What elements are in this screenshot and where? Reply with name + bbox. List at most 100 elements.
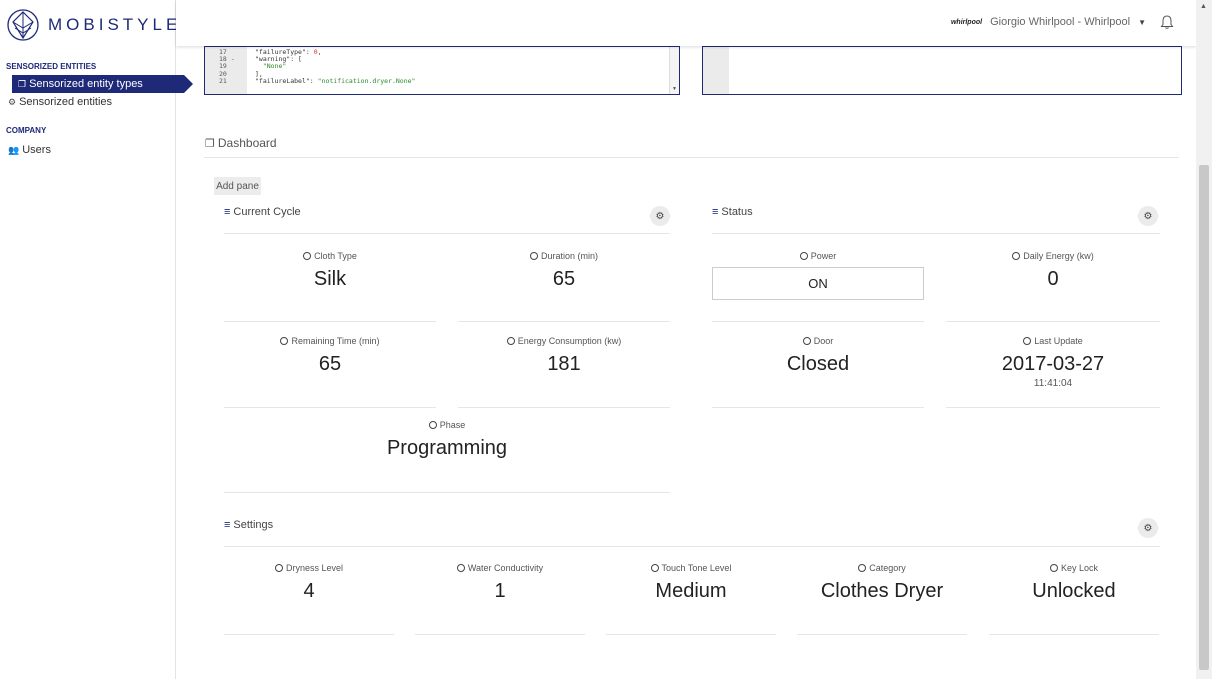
users-icon: 👥: [8, 144, 20, 155]
divider: [946, 407, 1160, 408]
widget-cloth-type: Cloth Type Silk: [224, 251, 436, 291]
sidebar-section-sensorized-entities: SENSORIZED ENTITIES: [6, 62, 97, 71]
widget-label-text: Phase: [439, 420, 466, 430]
widget-label-text: Power: [810, 251, 837, 261]
pane-title-settings: ≡ Settings: [224, 519, 273, 531]
leaf-logo-icon: [7, 9, 39, 41]
circle-icon: [1012, 252, 1021, 260]
sidebar-item-sensorized-entities[interactable]: ⚙ Sensorized entities: [8, 94, 112, 110]
company-logo: whirlpool: [950, 18, 983, 26]
widget-water-conductivity: Water Conductivity 1: [415, 563, 585, 603]
widget-remaining-time: Remaining Time (min) 65: [224, 336, 436, 376]
divider: [712, 233, 1160, 234]
circle-icon: [799, 252, 808, 260]
brand-logo[interactable]: MOBISTYLE: [6, 8, 181, 42]
circle-icon: [529, 252, 538, 260]
line-number: 21: [219, 76, 227, 85]
sidebar: MOBISTYLE SENSORIZED ENTITIES ❐ Sensoriz…: [0, 0, 193, 679]
divider: [415, 634, 585, 635]
widget-label-text: Touch Tone Level: [661, 563, 732, 573]
widget-label: Dryness Level: [224, 563, 394, 573]
widget-label: Door: [712, 336, 924, 346]
widget-label: Cloth Type: [224, 251, 436, 261]
circle-icon: [1049, 564, 1058, 572]
widget-label: Key Lock: [989, 563, 1159, 573]
divider: [224, 321, 436, 322]
bars-icon: ≡: [224, 519, 231, 531]
widget-last-update: Last Update 2017-03-27 11:41:04: [946, 336, 1160, 389]
widget-label-text: Water Conductivity: [467, 563, 544, 573]
arrow-up-icon[interactable]: ▲: [1200, 3, 1207, 10]
widget-daily-energy: Daily Energy (kw) 0: [946, 251, 1160, 291]
divider: [458, 407, 670, 408]
bell-icon[interactable]: [1160, 14, 1174, 30]
divider: [224, 492, 670, 493]
line-gutter: 17 18 - 19 20 21: [205, 47, 247, 94]
widget-value: 1: [494, 580, 506, 602]
widget-label-text: Door: [813, 336, 834, 346]
widget-label-text: Cloth Type: [314, 251, 357, 261]
widget-label: Category: [797, 563, 967, 573]
widget-value: Silk: [313, 268, 347, 290]
widget-label-text: Dryness Level: [285, 563, 344, 573]
circle-icon: [858, 564, 867, 572]
widget-value: 181: [547, 353, 581, 375]
widget-label: Last Update: [946, 336, 1160, 346]
top-bar: whirlpool Giorgio Whirlpool - Whirlpool …: [176, 0, 1196, 46]
power-toggle[interactable]: ON: [712, 267, 924, 300]
divider: [458, 321, 670, 322]
divider: [989, 634, 1159, 635]
widget-label-text: Daily Energy (kw): [1023, 251, 1094, 261]
sidebar-item-sensorized-entity-types[interactable]: ❐ Sensorized entity types: [12, 75, 193, 93]
widget-duration: Duration (min) 65: [458, 251, 670, 291]
widget-label: Energy Consumption (kw): [458, 336, 670, 346]
pane-title-status: ≡ Status: [712, 206, 753, 218]
caret-down-icon: ▼: [1138, 17, 1146, 27]
sidebar-item-label: Sensorized entity types: [29, 78, 143, 90]
code-editor-json[interactable]: 17 18 - 19 20 21 "failureType": 0, "warn…: [204, 46, 680, 95]
divider: [712, 321, 924, 322]
scroll-thumb[interactable]: [1199, 165, 1209, 670]
sidebar-item-users[interactable]: 👥 Users: [8, 142, 51, 158]
user-name: Giorgio Whirlpool - Whirlpool: [990, 16, 1131, 28]
divider: [606, 634, 776, 635]
widget-value: 4: [303, 580, 315, 602]
sidebar-section-company: COMPANY: [6, 126, 47, 135]
widget-label-text: Duration (min): [540, 251, 598, 261]
sidebar-item-label: Sensorized entities: [19, 96, 113, 108]
widget-value: Medium: [655, 580, 727, 602]
widget-touch-tone-level: Touch Tone Level Medium: [606, 563, 776, 603]
circle-icon: [274, 564, 283, 572]
widget-value: 2017-03-27: [1001, 353, 1105, 375]
settings-pane-gear-icon[interactable]: ⚙: [1138, 518, 1158, 538]
arrow-down-icon: ▼: [672, 86, 677, 92]
line-gutter: [703, 47, 729, 94]
widget-power: Power ON: [712, 251, 924, 300]
current-cycle-settings-gear-icon[interactable]: ⚙: [650, 206, 670, 226]
editor-scrollbar[interactable]: ▼: [669, 47, 679, 94]
circle-icon: [506, 337, 515, 345]
widget-label: Touch Tone Level: [606, 563, 776, 573]
add-pane-button[interactable]: Add pane: [214, 177, 261, 195]
page-scrollbar[interactable]: ▲: [1196, 0, 1212, 679]
widget-label: Duration (min): [458, 251, 670, 261]
widget-value: Closed: [786, 353, 850, 375]
divider: [224, 233, 670, 234]
widget-value: Unlocked: [1032, 580, 1116, 602]
status-settings-gear-icon[interactable]: ⚙: [1138, 206, 1158, 226]
divider: [224, 634, 394, 635]
bars-icon: ≡: [712, 206, 719, 218]
sidebar-item-label: Users: [22, 144, 51, 156]
divider: [797, 634, 967, 635]
widget-value: 0: [1047, 268, 1059, 290]
dashboard-title-text: Dashboard: [217, 136, 277, 150]
widget-label-text: Last Update: [1034, 336, 1083, 346]
pane-title-text: Status: [721, 206, 753, 218]
code-editor-secondary[interactable]: [702, 46, 1182, 95]
widget-value: Clothes Dryer: [820, 580, 944, 602]
user-menu[interactable]: whirlpool Giorgio Whirlpool - Whirlpool …: [951, 16, 1146, 28]
widget-subvalue: 11:41:04: [1033, 378, 1073, 389]
divider: [204, 157, 1179, 158]
widget-energy-consumption: Energy Consumption (kw) 181: [458, 336, 670, 376]
divider: [946, 321, 1160, 322]
